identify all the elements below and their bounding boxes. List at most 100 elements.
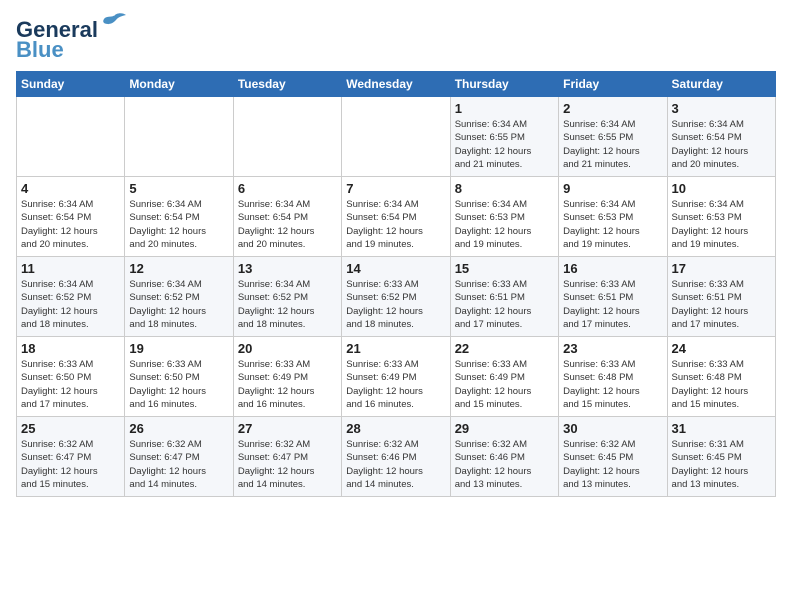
week-row-4: 18 Sunrise: 6:33 AM Sunset: 6:50 PM Dayli… bbox=[17, 337, 776, 417]
week-row-1: 1 Sunrise: 6:34 AM Sunset: 6:55 PM Daylig… bbox=[17, 97, 776, 177]
calendar-cell: 14 Sunrise: 6:33 AM Sunset: 6:52 PM Dayli… bbox=[342, 257, 450, 337]
day-info: Sunrise: 6:34 AM Sunset: 6:55 PM Dayligh… bbox=[455, 118, 554, 171]
page-container: General Blue SundayMondayTuesdayWednesda… bbox=[0, 0, 792, 513]
day-number: 27 bbox=[238, 421, 337, 436]
weekday-header-wednesday: Wednesday bbox=[342, 72, 450, 97]
day-number: 18 bbox=[21, 341, 120, 356]
day-info: Sunrise: 6:34 AM Sunset: 6:52 PM Dayligh… bbox=[21, 278, 120, 331]
day-info: Sunrise: 6:33 AM Sunset: 6:49 PM Dayligh… bbox=[346, 358, 445, 411]
calendar-cell: 6 Sunrise: 6:34 AM Sunset: 6:54 PM Daylig… bbox=[233, 177, 341, 257]
calendar-cell: 18Sunrise: 6:33 AM Sunset: 6:50 PM Dayli… bbox=[17, 337, 125, 417]
weekday-header-monday: Monday bbox=[125, 72, 233, 97]
calendar-cell: 11 Sunrise: 6:34 AM Sunset: 6:52 PM Dayli… bbox=[17, 257, 125, 337]
day-number: 4 bbox=[21, 181, 120, 196]
day-info: Sunrise: 6:34 AM Sunset: 6:55 PM Dayligh… bbox=[563, 118, 662, 171]
weekday-header-thursday: Thursday bbox=[450, 72, 558, 97]
day-info: Sunrise: 6:34 AM Sunset: 6:53 PM Dayligh… bbox=[455, 198, 554, 251]
day-info: Sunrise: 6:33 AM Sunset: 6:50 PM Dayligh… bbox=[129, 358, 228, 411]
calendar-cell bbox=[342, 97, 450, 177]
header: General Blue bbox=[16, 16, 776, 61]
calendar-cell: 20Sunrise: 6:33 AM Sunset: 6:49 PM Dayli… bbox=[233, 337, 341, 417]
day-info: Sunrise: 6:32 AM Sunset: 6:47 PM Dayligh… bbox=[21, 438, 120, 491]
day-info: Sunrise: 6:34 AM Sunset: 6:54 PM Dayligh… bbox=[346, 198, 445, 251]
day-number: 28 bbox=[346, 421, 445, 436]
calendar-cell bbox=[233, 97, 341, 177]
day-number: 8 bbox=[455, 181, 554, 196]
weekday-header-tuesday: Tuesday bbox=[233, 72, 341, 97]
logo-blue: Blue bbox=[16, 39, 64, 61]
day-number: 23 bbox=[563, 341, 662, 356]
calendar-cell: 31 Sunrise: 6:31 AM Sunset: 6:45 PM Dayli… bbox=[667, 417, 775, 497]
day-number: 14 bbox=[346, 261, 445, 276]
day-info: Sunrise: 6:33 AM Sunset: 6:51 PM Dayligh… bbox=[455, 278, 554, 331]
day-number: 10 bbox=[672, 181, 771, 196]
day-info: Sunrise: 6:34 AM Sunset: 6:53 PM Dayligh… bbox=[672, 198, 771, 251]
day-number: 25 bbox=[21, 421, 120, 436]
logo-bird-icon bbox=[100, 12, 128, 39]
calendar-cell: 16Sunrise: 6:33 AM Sunset: 6:51 PM Dayli… bbox=[559, 257, 667, 337]
day-number: 29 bbox=[455, 421, 554, 436]
day-number: 13 bbox=[238, 261, 337, 276]
day-info: Sunrise: 6:34 AM Sunset: 6:53 PM Dayligh… bbox=[563, 198, 662, 251]
day-info: Sunrise: 6:33 AM Sunset: 6:51 PM Dayligh… bbox=[563, 278, 662, 331]
weekday-header-saturday: Saturday bbox=[667, 72, 775, 97]
day-info: Sunrise: 6:33 AM Sunset: 6:49 PM Dayligh… bbox=[455, 358, 554, 411]
calendar-cell: 29Sunrise: 6:32 AM Sunset: 6:46 PM Dayli… bbox=[450, 417, 558, 497]
day-number: 2 bbox=[563, 101, 662, 116]
calendar-cell: 4 Sunrise: 6:34 AM Sunset: 6:54 PM Daylig… bbox=[17, 177, 125, 257]
day-info: Sunrise: 6:34 AM Sunset: 6:52 PM Dayligh… bbox=[238, 278, 337, 331]
week-row-2: 4 Sunrise: 6:34 AM Sunset: 6:54 PM Daylig… bbox=[17, 177, 776, 257]
day-number: 31 bbox=[672, 421, 771, 436]
day-number: 15 bbox=[455, 261, 554, 276]
calendar-cell: 3 Sunrise: 6:34 AM Sunset: 6:54 PM Daylig… bbox=[667, 97, 775, 177]
calendar-cell bbox=[125, 97, 233, 177]
calendar-cell bbox=[17, 97, 125, 177]
day-number: 11 bbox=[21, 261, 120, 276]
day-info: Sunrise: 6:33 AM Sunset: 6:48 PM Dayligh… bbox=[563, 358, 662, 411]
calendar-cell: 2 Sunrise: 6:34 AM Sunset: 6:55 PM Daylig… bbox=[559, 97, 667, 177]
day-number: 21 bbox=[346, 341, 445, 356]
calendar-cell: 30Sunrise: 6:32 AM Sunset: 6:45 PM Dayli… bbox=[559, 417, 667, 497]
day-number: 26 bbox=[129, 421, 228, 436]
calendar-cell: 13 Sunrise: 6:34 AM Sunset: 6:52 PM Dayli… bbox=[233, 257, 341, 337]
day-info: Sunrise: 6:33 AM Sunset: 6:49 PM Dayligh… bbox=[238, 358, 337, 411]
day-info: Sunrise: 6:34 AM Sunset: 6:54 PM Dayligh… bbox=[672, 118, 771, 171]
week-row-5: 25 Sunrise: 6:32 AM Sunset: 6:47 PM Dayli… bbox=[17, 417, 776, 497]
day-info: Sunrise: 6:34 AM Sunset: 6:54 PM Dayligh… bbox=[238, 198, 337, 251]
day-number: 22 bbox=[455, 341, 554, 356]
day-number: 5 bbox=[129, 181, 228, 196]
calendar-cell: 10 Sunrise: 6:34 AM Sunset: 6:53 PM Dayli… bbox=[667, 177, 775, 257]
calendar-cell: 27Sunrise: 6:32 AM Sunset: 6:47 PM Dayli… bbox=[233, 417, 341, 497]
calendar-cell: 9 Sunrise: 6:34 AM Sunset: 6:53 PM Daylig… bbox=[559, 177, 667, 257]
day-number: 19 bbox=[129, 341, 228, 356]
day-number: 9 bbox=[563, 181, 662, 196]
day-number: 7 bbox=[346, 181, 445, 196]
calendar-cell: 23 Sunrise: 6:33 AM Sunset: 6:48 PM Dayli… bbox=[559, 337, 667, 417]
day-number: 24 bbox=[672, 341, 771, 356]
calendar-cell: 24 Sunrise: 6:33 AM Sunset: 6:48 PM Dayli… bbox=[667, 337, 775, 417]
day-number: 1 bbox=[455, 101, 554, 116]
weekday-header-friday: Friday bbox=[559, 72, 667, 97]
weekday-header-row: SundayMondayTuesdayWednesdayThursdayFrid… bbox=[17, 72, 776, 97]
week-row-3: 11 Sunrise: 6:34 AM Sunset: 6:52 PM Dayli… bbox=[17, 257, 776, 337]
day-info: Sunrise: 6:33 AM Sunset: 6:52 PM Dayligh… bbox=[346, 278, 445, 331]
calendar-cell: 1 Sunrise: 6:34 AM Sunset: 6:55 PM Daylig… bbox=[450, 97, 558, 177]
day-info: Sunrise: 6:32 AM Sunset: 6:47 PM Dayligh… bbox=[129, 438, 228, 491]
day-number: 3 bbox=[672, 101, 771, 116]
calendar-cell: 5Sunrise: 6:34 AM Sunset: 6:54 PM Daylig… bbox=[125, 177, 233, 257]
calendar-cell: 28Sunrise: 6:32 AM Sunset: 6:46 PM Dayli… bbox=[342, 417, 450, 497]
logo: General Blue bbox=[16, 16, 128, 61]
calendar-table: SundayMondayTuesdayWednesdayThursdayFrid… bbox=[16, 71, 776, 497]
calendar-cell: 21 Sunrise: 6:33 AM Sunset: 6:49 PM Dayli… bbox=[342, 337, 450, 417]
day-info: Sunrise: 6:33 AM Sunset: 6:48 PM Dayligh… bbox=[672, 358, 771, 411]
day-info: Sunrise: 6:31 AM Sunset: 6:45 PM Dayligh… bbox=[672, 438, 771, 491]
calendar-cell: 17Sunrise: 6:33 AM Sunset: 6:51 PM Dayli… bbox=[667, 257, 775, 337]
day-number: 12 bbox=[129, 261, 228, 276]
calendar-cell: 26 Sunrise: 6:32 AM Sunset: 6:47 PM Dayli… bbox=[125, 417, 233, 497]
day-number: 30 bbox=[563, 421, 662, 436]
calendar-cell: 15 Sunrise: 6:33 AM Sunset: 6:51 PM Dayli… bbox=[450, 257, 558, 337]
weekday-header-sunday: Sunday bbox=[17, 72, 125, 97]
day-number: 6 bbox=[238, 181, 337, 196]
day-info: Sunrise: 6:34 AM Sunset: 6:52 PM Dayligh… bbox=[129, 278, 228, 331]
day-info: Sunrise: 6:34 AM Sunset: 6:54 PM Dayligh… bbox=[21, 198, 120, 251]
